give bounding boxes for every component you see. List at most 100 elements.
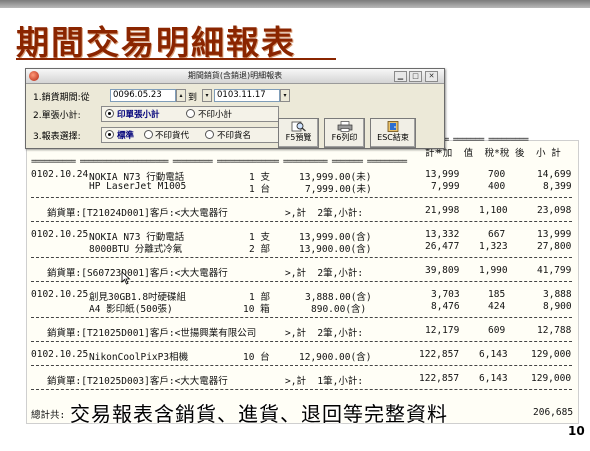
row-amount: 8,476 [431, 301, 460, 312]
to-label: 到 [188, 93, 198, 103]
row-amount: 13,999 [425, 169, 460, 180]
row-tax: 1,323 [479, 241, 508, 252]
subtotal-option-none[interactable]: 不印小計 [198, 108, 232, 120]
format-no-code-radio[interactable] [144, 130, 153, 139]
row-tax: 400 [488, 181, 506, 192]
divider [31, 281, 572, 282]
header-rule-bottom: ========== ==================== ========… [31, 157, 408, 167]
slip-count: >,計 2筆,小計: [285, 208, 364, 219]
row-price: 890.00(含) [311, 304, 367, 315]
slip-info: 銷貨單:[T21025D003]客戶:<大大電器行 [47, 376, 228, 387]
slip-summary-row: 銷貨單:[T21024D001]客戶:<大大電器行 >,計 2筆,小計: 21,… [27, 205, 578, 219]
row-amount: 7,999 [431, 181, 460, 192]
table-row: A4 影印紙(500張) 10 箱 890.00(含) 8,476 424 8,… [27, 301, 578, 315]
slip-info: 銷貨單:[T21024D001]客戶:<大大電器行 [47, 208, 228, 219]
row-price: 7,999.00(未) [305, 184, 372, 195]
format-no-code[interactable]: 不印貨代 [155, 129, 189, 141]
slip-total: 129,000 [531, 373, 572, 384]
slip-tax: 1,100 [479, 205, 508, 216]
maximize-button[interactable]: □ [409, 71, 422, 82]
row-total: 13,999 [537, 229, 572, 240]
table-row: 0102.10.25 NikonCoolPixP3相機 10 台 12,900.… [27, 349, 578, 363]
date-to-field[interactable]: 0103.11.17 [214, 89, 280, 102]
dialog-title-bar[interactable]: 期間銷貨(含銷退)明細報表 ▁ □ ✕ [26, 69, 444, 84]
printer-icon [337, 121, 352, 132]
magnifier-icon [291, 121, 306, 132]
print-button[interactable]: F6列印 [324, 118, 365, 148]
row-qty: 2 部 [249, 244, 270, 255]
format-label: 3.報表選擇: [33, 132, 81, 142]
slip-tax: 6,143 [479, 373, 508, 384]
subtotal-option-print[interactable]: 印單張小計 [117, 108, 160, 120]
slip-summary-row: 銷貨單:[T21025D001]客戶:<世揚興業有限公司 >,計 2筆,小計: … [27, 325, 578, 339]
row-qty: 10 台 [243, 352, 270, 363]
dialog-title: 期間銷貨(含銷退)明細報表 [187, 71, 283, 80]
slip-amount: 39,809 [425, 265, 460, 276]
slip-info: 銷貨單:[S60723D001]客戶:<大大電器行 [47, 268, 228, 279]
date-from-field[interactable]: 0096.05.23 [110, 89, 176, 102]
row-tax: 6,143 [479, 349, 508, 360]
minimize-button[interactable]: ▁ [394, 71, 407, 82]
preview-button[interactable]: F5預覽 [278, 118, 319, 148]
row-qty: 10 箱 [243, 304, 270, 315]
divider [31, 257, 572, 258]
format-no-name[interactable]: 不印貨名 [217, 129, 251, 141]
subtotal-option-print-radio[interactable] [105, 109, 114, 118]
row-price: 13,900.00(含) [299, 244, 372, 255]
row-amount: 3,703 [431, 289, 460, 300]
format-no-name-radio[interactable] [205, 130, 214, 139]
row-qty: 1 台 [249, 184, 270, 195]
slide-title: 期間交易明細報表 [16, 23, 296, 62]
grand-total-value: 206,685 [533, 407, 574, 418]
row-date: 0102.10.25 [31, 349, 89, 360]
divider [31, 365, 572, 366]
slip-total: 23,098 [537, 205, 572, 216]
table-row: 8000BTU 分離式冷氣 2 部 13,900.00(含) 26,477 1,… [27, 241, 578, 255]
grand-total-label: 總計共: [31, 410, 66, 421]
row-item-name: 8000BTU 分離式冷氣 [89, 244, 183, 255]
exit-door-icon [387, 121, 399, 132]
period-label: 1.銷貨期間:從 [33, 93, 90, 103]
row-price: 12,900.00(含) [299, 352, 372, 363]
row-item-name: A4 影印紙(500張) [89, 304, 173, 315]
table-row: 0102.10.24 NOKIA N73 行動電話 1 支 13,999.00(… [27, 169, 578, 183]
row-total: 8,399 [543, 181, 572, 192]
header-columns: *加 值 稅*稅 後 小 計 [437, 148, 561, 159]
slip-tax: 609 [488, 325, 506, 336]
slip-summary-row: 銷貨單:[T21025D003]客戶:<大大電器行 >,計 1筆,小計: 122… [27, 373, 578, 387]
divider [31, 389, 572, 390]
row-total: 3,888 [543, 289, 572, 300]
date-from-spin-button[interactable]: ▴ [176, 89, 186, 102]
format-standard-radio[interactable] [105, 130, 114, 139]
exit-button[interactable]: ESC結束 [370, 118, 416, 148]
row-date: 0102.10.25 [31, 229, 89, 240]
row-tax: 185 [488, 289, 506, 300]
preview-button-label: F5預覽 [285, 133, 312, 142]
row-date: 0102.10.25 [31, 289, 89, 300]
subtotal-label: 2.單張小計: [33, 111, 81, 121]
format-standard[interactable]: 標準 [117, 129, 134, 141]
table-row: 0102.10.25 創見30GB1.8吋硬碟組 1 部 3,888.00(含)… [27, 289, 578, 303]
slide-top-bar [0, 0, 590, 8]
row-tax: 667 [488, 229, 506, 240]
subtotal-option-none-radio[interactable] [186, 109, 195, 118]
slip-tax: 1,990 [479, 265, 508, 276]
slip-info: 銷貨單:[T21025D001]客戶:<世揚興業有限公司 [47, 328, 257, 339]
slip-amount: 122,857 [419, 373, 460, 384]
row-tax: 700 [488, 169, 506, 180]
divider [31, 197, 572, 198]
row-tax: 424 [488, 301, 506, 312]
close-button[interactable]: ✕ [425, 71, 438, 82]
slide-title-underline [16, 58, 336, 60]
slip-count: >,計 1筆,小計: [285, 376, 364, 387]
row-total: 14,699 [537, 169, 572, 180]
row-item-name: HP LaserJet M1005 [89, 181, 187, 192]
page-number: 10 [568, 424, 585, 438]
divider [31, 341, 572, 342]
date-to-picker-button[interactable]: ▾ [280, 89, 290, 102]
row-date: 0102.10.24 [31, 169, 89, 180]
slip-total: 41,799 [537, 265, 572, 276]
row-total: 27,800 [537, 241, 572, 252]
date-to-spin-button[interactable]: ▾ [202, 89, 212, 102]
mouse-cursor-icon [121, 271, 131, 285]
